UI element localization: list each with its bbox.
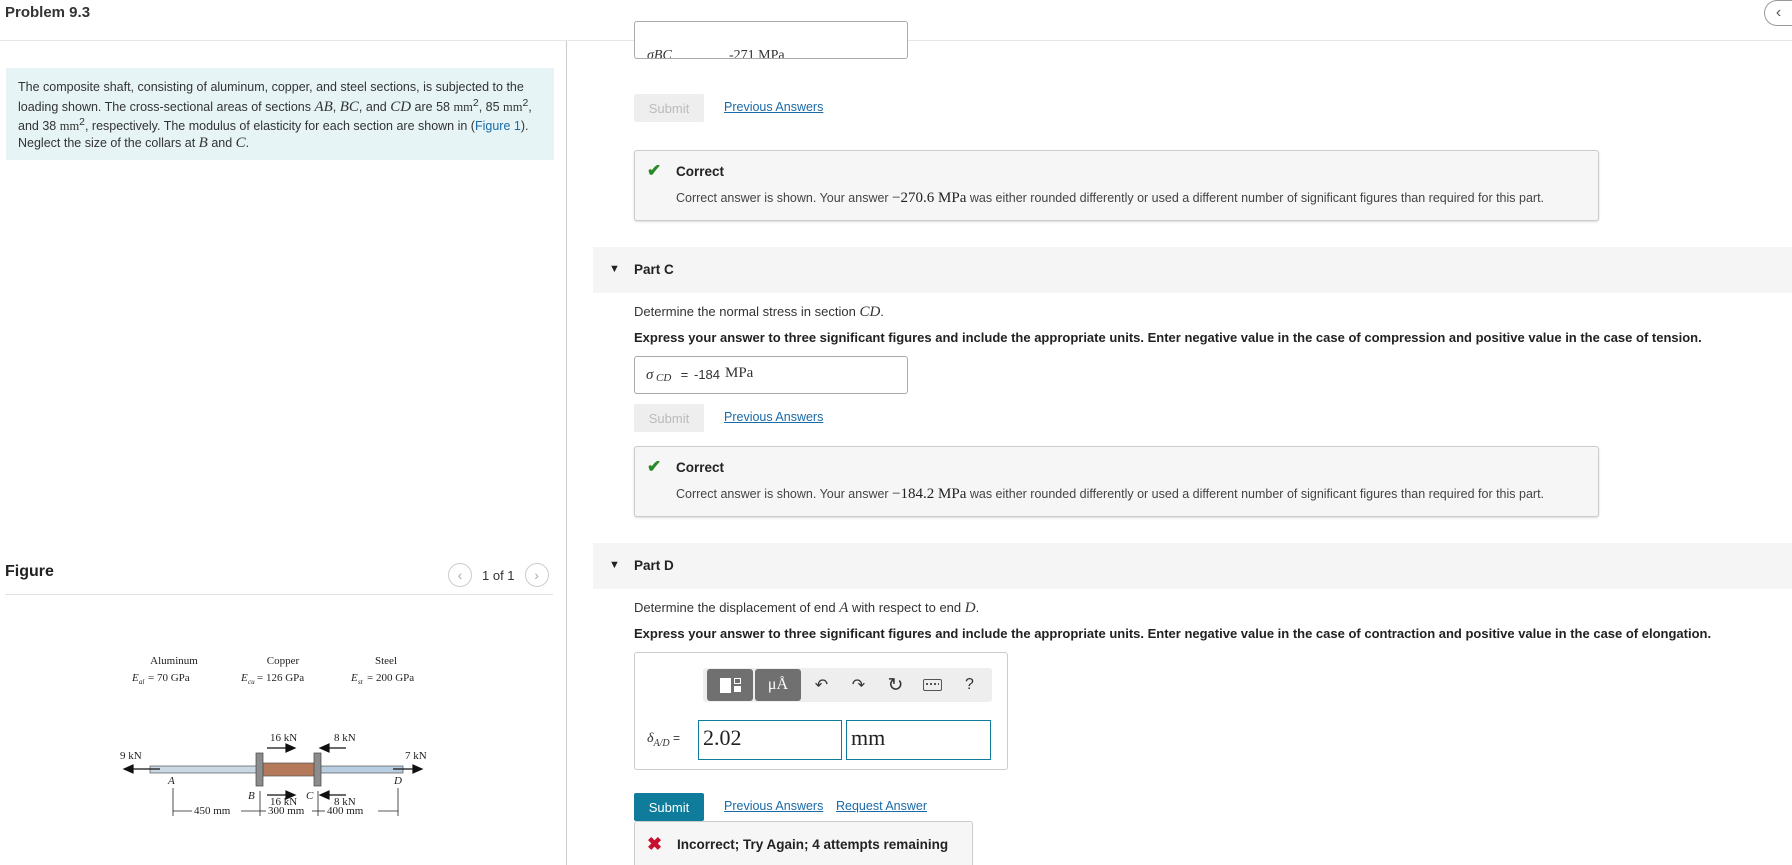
- modulus-value: = 126 GPa: [257, 672, 304, 684]
- modulus-symbol: E: [350, 672, 358, 684]
- checkmark-icon: ✔: [647, 161, 662, 180]
- part-d-feedback: ✖ Incorrect; Try Again; 4 attempts remai…: [634, 821, 973, 865]
- feedback-message: Correct answer is shown. Your answer −18…: [676, 486, 1545, 502]
- feedback-status: Correct: [676, 164, 725, 179]
- checkmark-icon: ✔: [647, 457, 662, 476]
- redo-icon: ↷: [851, 677, 866, 694]
- figure-link[interactable]: Figure 1: [475, 119, 521, 133]
- collar-c: [313, 752, 322, 787]
- modulus-symbol: E: [240, 672, 248, 684]
- point-label: C: [306, 790, 314, 802]
- undo-icon: ↶: [814, 677, 829, 694]
- part-c-feedback: ✔ Correct Correct answer is shown. Your …: [634, 446, 1599, 517]
- modulus-value: = 200 GPa: [367, 672, 414, 684]
- reset-button[interactable]: ↻: [877, 669, 914, 701]
- divider: [5, 594, 553, 595]
- figure-count: 1 of 1: [482, 567, 515, 583]
- collapse-triangle-icon: ▼: [609, 263, 620, 275]
- part-b-previous-answers-link[interactable]: Previous Answers: [724, 100, 823, 114]
- part-b-answer-field: σBC -271 MPa: [634, 21, 908, 59]
- part-b-submit-button[interactable]: Submit: [634, 94, 704, 122]
- material-name: Copper: [267, 655, 300, 667]
- reset-icon: ↻: [887, 674, 904, 696]
- feedback-status: Correct: [676, 460, 725, 475]
- problem-statement: The composite shaft, consisting of alumi…: [6, 68, 554, 160]
- modulus-sub: st: [358, 678, 364, 686]
- part-c-instructions: Express your answer to three significant…: [634, 330, 1702, 345]
- units-icon: μÅ: [767, 676, 789, 693]
- request-answer-link[interactable]: Request Answer: [836, 799, 927, 813]
- load-label: 8 kN: [334, 732, 356, 744]
- help-button[interactable]: ?: [951, 669, 988, 701]
- answer-pane: σBC -271 MPa Submit Previous Answers ✔ C…: [567, 21, 1792, 865]
- part-d-submit-button[interactable]: Submit: [634, 793, 704, 821]
- figure-heading: Figure: [5, 563, 54, 580]
- modulus-sub: cu: [248, 678, 255, 686]
- chevron-left-icon: ‹: [1775, 4, 1782, 21]
- page-title: Problem 9.3: [5, 4, 91, 21]
- template-icon: [719, 677, 741, 693]
- part-d-header[interactable]: ▼ Part D: [593, 543, 1792, 589]
- part-c-question: Determine the normal stress in section C…: [634, 304, 884, 320]
- load-label: 7 kN: [405, 750, 427, 762]
- units-button[interactable]: μÅ: [755, 669, 801, 701]
- dimension-label: 450 mm: [194, 805, 231, 817]
- dimension-label: 300 mm: [268, 805, 305, 817]
- part-c-previous-answers-link[interactable]: Previous Answers: [724, 410, 823, 424]
- feedback-message: Correct answer is shown. Your answer −27…: [676, 190, 1545, 206]
- answer-label: δA/D =: [647, 731, 684, 749]
- collar-b: [255, 752, 264, 787]
- redo-button[interactable]: ↷: [840, 669, 877, 701]
- material-name: Aluminum: [150, 655, 198, 667]
- collapse-panel-button[interactable]: ‹: [1764, 0, 1792, 26]
- problem-pane: The composite shaft, consisting of alumi…: [0, 41, 566, 865]
- unit-input[interactable]: mm: [846, 720, 991, 760]
- part-d-question: Determine the displacement of end A with…: [634, 600, 980, 616]
- part-d-answer-editor: μÅ ↶ ↷ ↻ ? δA/D = 2.02 mm: [634, 652, 1008, 770]
- figure-pager: ‹ 1 of 1 ›: [448, 563, 549, 587]
- feedback-status: Incorrect; Try Again; 4 attempts remaini…: [677, 837, 949, 852]
- dimension-label: 400 mm: [327, 805, 364, 817]
- part-d-instructions: Express your answer to three significant…: [634, 626, 1712, 641]
- math-toolbar: μÅ ↶ ↷ ↻ ?: [703, 668, 992, 702]
- modulus-sub: al: [139, 678, 145, 686]
- value-input[interactable]: 2.02: [698, 720, 842, 760]
- steel-section: [317, 765, 404, 774]
- undo-button[interactable]: ↶: [803, 669, 840, 701]
- next-figure-button[interactable]: ›: [524, 563, 549, 587]
- point-label: B: [248, 790, 255, 802]
- modulus-symbol: E: [131, 672, 139, 684]
- chevron-left-icon: ‹: [457, 567, 463, 583]
- load-label: 9 kN: [120, 750, 142, 762]
- load-label: 16 kN: [270, 732, 297, 744]
- composite-shaft-figure: Aluminum Copper Steel E al = 70 GPa E cu…: [120, 655, 427, 817]
- part-title: Part C: [634, 262, 674, 277]
- point-label: D: [393, 775, 402, 787]
- collapse-triangle-icon: ▼: [609, 559, 620, 571]
- part-d-previous-answers-link[interactable]: Previous Answers: [724, 799, 823, 813]
- part-b-feedback: ✔ Correct Correct answer is shown. Your …: [634, 150, 1599, 221]
- templates-button[interactable]: [707, 669, 753, 701]
- x-icon: ✖: [647, 834, 663, 854]
- point-label: A: [167, 775, 175, 787]
- modulus-value: = 70 GPa: [148, 672, 190, 684]
- part-c-header[interactable]: ▼ Part C: [593, 247, 1792, 293]
- keyboard-button[interactable]: [914, 669, 951, 701]
- prev-figure-button[interactable]: ‹: [448, 563, 472, 587]
- part-c-answer-field: σ CD = -184 MPa: [634, 356, 908, 394]
- part-c-submit-button[interactable]: Submit: [634, 404, 704, 432]
- copper-section: [261, 762, 318, 777]
- chevron-right-icon: ›: [534, 567, 539, 583]
- part-title: Part D: [634, 558, 674, 573]
- material-name: Steel: [375, 655, 397, 667]
- help-icon: ?: [965, 676, 974, 693]
- keyboard-icon: [923, 679, 942, 691]
